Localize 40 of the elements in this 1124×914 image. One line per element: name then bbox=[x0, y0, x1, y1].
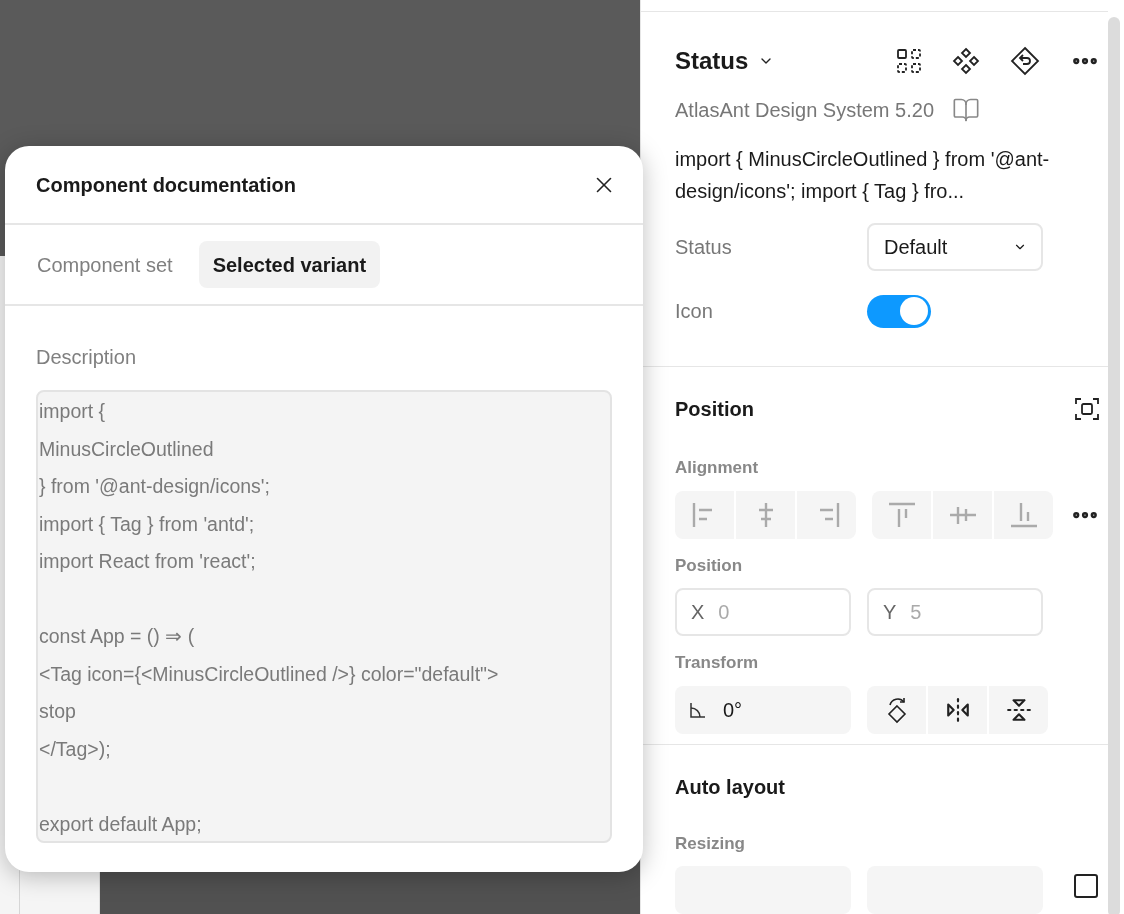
field-label: Alignment bbox=[675, 457, 760, 480]
flip-horizontal-icon bbox=[944, 696, 971, 723]
property-label: Icon bbox=[675, 299, 714, 325]
flip-horizontal-button[interactable] bbox=[928, 685, 987, 734]
align-top-icon bbox=[887, 500, 916, 529]
section-title: Position bbox=[675, 397, 754, 423]
rotation-value: 0° bbox=[723, 697, 743, 723]
align-bottom-icon bbox=[1009, 500, 1038, 529]
status-dropdown[interactable]: Default bbox=[867, 223, 1043, 272]
icon-toggle[interactable] bbox=[867, 294, 931, 328]
angle-icon bbox=[689, 700, 707, 719]
component-name: Status bbox=[675, 46, 749, 77]
dashed-grid-icon[interactable] bbox=[896, 48, 922, 75]
library-name: AtlasAnt Design System 5.20 bbox=[675, 98, 934, 124]
field-label: Transform bbox=[675, 652, 760, 675]
field-prefix: X bbox=[691, 600, 705, 626]
component-icon[interactable] bbox=[952, 47, 980, 76]
dialog-title: Component documentation bbox=[36, 172, 296, 198]
rotation-field[interactable]: 0° bbox=[675, 685, 851, 734]
field-label: Resizing bbox=[675, 832, 746, 855]
scrollbar[interactable] bbox=[1108, 17, 1120, 914]
coordinate-field[interactable]: Y 5 bbox=[867, 588, 1043, 637]
rotate-button[interactable] bbox=[867, 685, 926, 734]
tab[interactable]: Selected variant bbox=[198, 241, 381, 288]
field-prefix: Y bbox=[883, 600, 897, 626]
field-label: Position bbox=[675, 554, 744, 577]
flip-vertical-button[interactable] bbox=[989, 685, 1048, 734]
field-placeholder: 0 bbox=[718, 600, 730, 626]
flip-vertical-icon bbox=[1005, 696, 1032, 723]
component-description: import { MinusCircleOutlined } from '@ant-design/icons'; import { Tag } fro... bbox=[675, 147, 1051, 205]
description-label: Description bbox=[36, 345, 138, 370]
section-title: Auto layout bbox=[675, 774, 786, 800]
coordinate-field[interactable]: X 0 bbox=[675, 588, 851, 637]
frame-focus-icon[interactable] bbox=[1074, 396, 1100, 423]
property-label: Status bbox=[675, 235, 733, 261]
description-field[interactable]: import { MinusCircleOutlined } from '@ant-design/icons'; import { Tag } from 'antd'; import React from 'react'; const App = () ⇒ ( <Tag icon={<MinusCircleOutlined />} color="default"> stop </Tag>); export default App; bbox=[36, 390, 612, 843]
resize-icon[interactable] bbox=[1074, 874, 1098, 898]
field-placeholder: 5 bbox=[910, 600, 922, 626]
detach-icon[interactable] bbox=[1010, 46, 1040, 77]
tab[interactable]: Component set bbox=[23, 241, 187, 288]
